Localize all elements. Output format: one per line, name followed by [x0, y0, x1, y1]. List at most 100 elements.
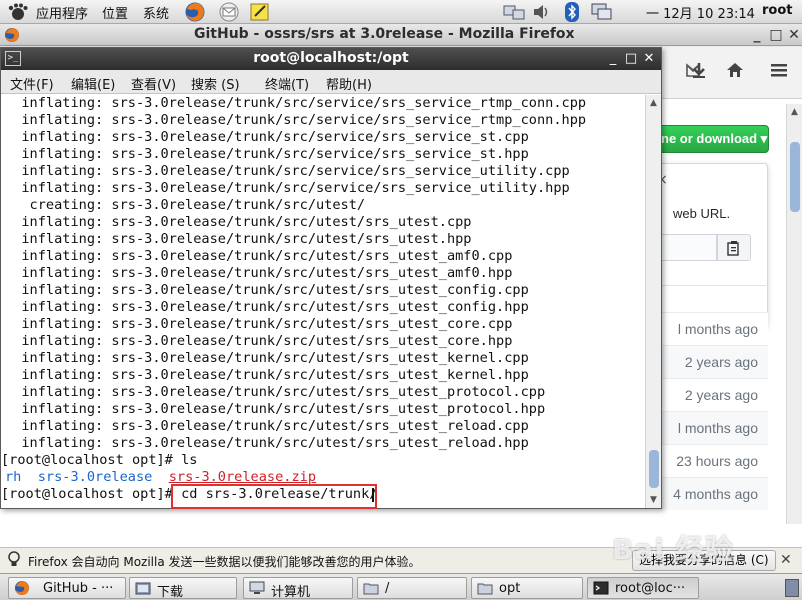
- terminal-window[interactable]: >_ root@localhost:/opt _ □ ✕ 文件(F) 编辑(E)…: [0, 47, 662, 509]
- firefox-scrollbar[interactable]: ▲: [786, 104, 802, 524]
- taskbar: GitHub - ··· 下载 计算机 / opt root@loc···: [0, 573, 802, 600]
- clipboard-icon[interactable]: [717, 234, 751, 261]
- scrollbar-thumb[interactable]: [790, 142, 800, 212]
- divider: [660, 285, 768, 286]
- close-icon[interactable]: ✕: [784, 25, 802, 45]
- display-icon[interactable]: [590, 2, 612, 26]
- home-icon[interactable]: [726, 61, 744, 84]
- top-panel: 应用程序 位置 系统 一 12月 10 23:14 root: [0, 0, 802, 24]
- maximize-button[interactable]: □: [623, 49, 639, 69]
- folder-icon: [135, 580, 151, 596]
- output-line: inflating: srs-3.0release/trunk/src/utes…: [5, 350, 529, 366]
- terminal-scrollbar[interactable]: ▲ ▼: [645, 95, 661, 508]
- commit-age: 4 months ago: [673, 486, 758, 502]
- taskbar-label: GitHub - ···: [43, 581, 114, 596]
- taskbar-item-firefox[interactable]: GitHub - ···: [8, 577, 126, 599]
- firefox-toolbar: [660, 47, 802, 99]
- notes-launcher-icon[interactable]: [250, 2, 270, 26]
- folder-icon: [363, 580, 379, 596]
- clone-url-field[interactable]: [660, 234, 717, 261]
- list-item[interactable]: 2 years ago: [660, 345, 768, 378]
- firefox-window-icon: [4, 27, 20, 47]
- minimize-button[interactable]: _: [747, 25, 767, 45]
- taskbar-item-computer[interactable]: 计算机: [243, 577, 353, 599]
- output-line: inflating: srs-3.0release/trunk/src/utes…: [5, 367, 529, 383]
- volume-icon[interactable]: [532, 3, 550, 25]
- menu-view[interactable]: 查看(V): [131, 74, 176, 93]
- close-icon[interactable]: ✕: [780, 552, 792, 568]
- user-name[interactable]: root: [762, 3, 793, 18]
- output-line: inflating: srs-3.0release/trunk/src/utes…: [5, 316, 513, 332]
- close-icon[interactable]: ✕: [641, 49, 657, 69]
- terminal-title: root@localhost:/opt: [253, 50, 409, 66]
- bluetooth-icon[interactable]: [565, 2, 579, 26]
- output-line: creating: srs-3.0release/trunk/src/utest…: [5, 197, 366, 213]
- taskbar-label: root@loc···: [615, 581, 686, 596]
- commit-age: l months ago: [677, 420, 758, 436]
- maximize-button[interactable]: □: [766, 25, 786, 45]
- output-line: inflating: srs-3.0release/trunk/src/utes…: [5, 418, 529, 434]
- applications-menu[interactable]: 应用程序: [36, 3, 88, 22]
- output-line: inflating: srs-3.0release/trunk/src/utes…: [5, 299, 529, 315]
- taskbar-label: /: [385, 581, 390, 596]
- dir-entry: srs-3.0release: [37, 469, 153, 485]
- command-highlight-box: [171, 484, 377, 509]
- list-item[interactable]: l months ago: [660, 411, 768, 444]
- minimize-button[interactable]: _: [605, 49, 621, 69]
- taskbar-item-root-folder[interactable]: /: [357, 577, 467, 599]
- menu-file[interactable]: 文件(F): [10, 74, 54, 93]
- places-menu[interactable]: 位置: [102, 3, 128, 22]
- terminal-output[interactable]: inflating: srs-3.0release/trunk/src/serv…: [1, 95, 645, 508]
- output-line: inflating: srs-3.0release/trunk/src/utes…: [5, 384, 546, 400]
- system-menu[interactable]: 系统: [143, 3, 169, 22]
- hamburger-menu-icon[interactable]: [770, 61, 788, 84]
- terminal-icon: [593, 580, 609, 596]
- output-line: inflating: srs-3.0release/trunk/src/utes…: [5, 435, 529, 451]
- list-item[interactable]: 23 hours ago: [660, 444, 768, 477]
- output-line: inflating: srs-3.0release/trunk/src/utes…: [5, 265, 513, 281]
- taskbar-item-opt[interactable]: opt: [471, 577, 583, 599]
- folder-icon: [477, 580, 493, 596]
- ls-command: ls: [181, 452, 198, 468]
- menu-terminal[interactable]: 终端(T): [265, 74, 309, 93]
- menu-help[interactable]: 帮助(H): [326, 74, 372, 93]
- gnome-foot-icon[interactable]: [7, 3, 29, 25]
- output-line: inflating: srs-3.0release/trunk/src/utes…: [5, 401, 546, 417]
- mail-launcher-icon[interactable]: [218, 2, 240, 26]
- scroll-down-arrow-icon[interactable]: ▼: [646, 492, 661, 508]
- list-item[interactable]: 4 months ago: [660, 477, 768, 510]
- network-icon[interactable]: [502, 2, 526, 26]
- output-line: inflating: srs-3.0release/trunk/src/serv…: [5, 95, 587, 111]
- taskbar-item-downloads[interactable]: 下载: [129, 577, 237, 599]
- commit-age: 2 years ago: [684, 387, 758, 403]
- download-icon[interactable]: [690, 61, 708, 84]
- taskbar-item-terminal[interactable]: root@loc···: [587, 577, 699, 599]
- computer-icon: [249, 580, 265, 596]
- taskbar-label: 下载: [157, 585, 184, 599]
- notification-bar: Firefox 会自动向 Mozilla 发送一些数据以便我们能够改善您的用户体…: [0, 547, 802, 573]
- zip-entry: srs-3.0release.zip: [168, 469, 317, 485]
- scrollbar-thumb[interactable]: [649, 450, 659, 488]
- list-item[interactable]: l months ago: [660, 312, 768, 345]
- terminal-titlebar[interactable]: >_ root@localhost:/opt _ □ ✕: [1, 48, 661, 70]
- lightbulb-icon: [7, 551, 21, 572]
- scroll-up-arrow-icon[interactable]: ▲: [646, 95, 661, 111]
- choose-share-button[interactable]: 选择我要分享的信息 (C): [632, 550, 776, 571]
- clone-popup: web URL.: [660, 163, 768, 326]
- terminal-menubar: 文件(F) 编辑(E) 查看(V) 搜索 (S) 终端(T) 帮助(H): [1, 70, 661, 94]
- output-line: inflating: srs-3.0release/trunk/src/serv…: [5, 180, 570, 196]
- dir-entry: rh: [5, 469, 22, 485]
- workspace-switcher[interactable]: [785, 579, 799, 597]
- clone-or-download-button[interactable]: ne or download ▾: [660, 125, 769, 153]
- firefox-titlebar[interactable]: GitHub - ossrs/srs at 3.0release - Mozil…: [0, 24, 802, 46]
- menu-edit[interactable]: 编辑(E): [71, 74, 115, 93]
- clock[interactable]: 一 12月 10 23:14: [646, 3, 755, 22]
- scroll-up-arrow-icon[interactable]: ▲: [787, 104, 802, 120]
- output-line: inflating: srs-3.0release/trunk/src/utes…: [5, 333, 513, 349]
- output-line: inflating: srs-3.0release/trunk/src/serv…: [5, 129, 529, 145]
- menu-search[interactable]: 搜索 (S): [191, 74, 240, 93]
- list-item[interactable]: 2 years ago: [660, 378, 768, 411]
- clone-button-label: ne or download ▾: [661, 131, 768, 146]
- firefox-icon: [14, 580, 30, 596]
- output-line: inflating: srs-3.0release/trunk/src/utes…: [5, 282, 529, 298]
